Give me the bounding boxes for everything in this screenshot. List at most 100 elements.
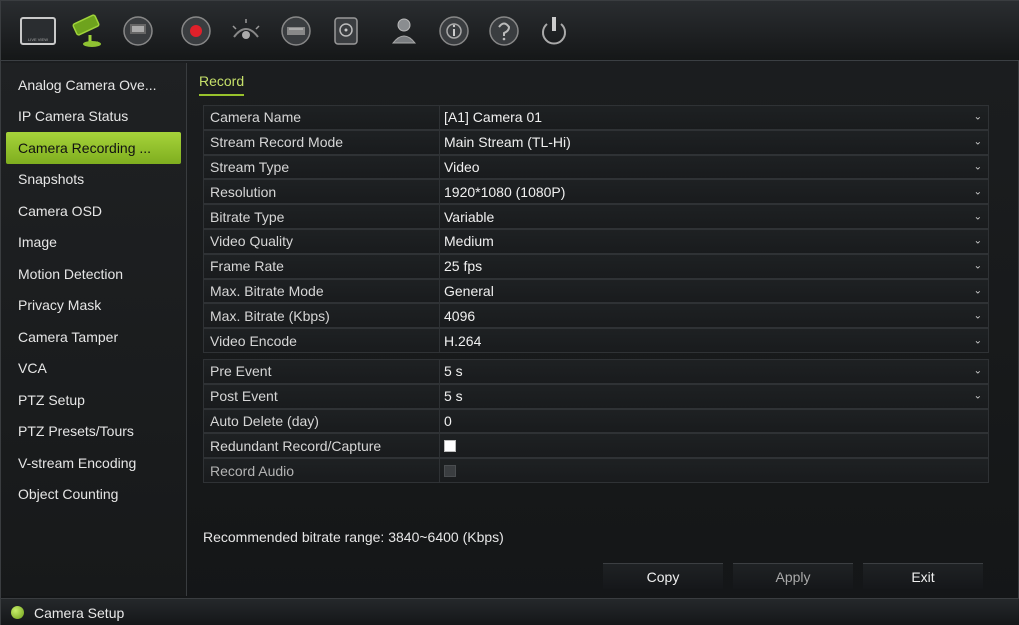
chevron-down-icon: ⌄ (973, 161, 982, 173)
sidebar-item-camera-tamper[interactable]: Camera Tamper (6, 321, 181, 353)
chevron-down-icon: ⌄ (973, 136, 982, 148)
chevron-down-icon: ⌄ (973, 365, 982, 377)
field-value: General (444, 282, 494, 299)
field-label: Bitrate Type (210, 208, 285, 225)
sidebar-item-snapshots[interactable]: Snapshots (6, 164, 181, 196)
field-label: Max. Bitrate Mode (210, 282, 324, 299)
field-value: Main Stream (TL-Hi) (444, 134, 571, 151)
max-bitrate-mode-row: Max. Bitrate Mode General ⌄ (203, 278, 989, 304)
status-label: Camera Setup (34, 604, 125, 621)
field-label: Camera Name (210, 109, 302, 126)
camera-name-row: Camera Name [A1] Camera 01 ⌄ (203, 105, 989, 130)
camera-setup-icon[interactable] (65, 9, 111, 53)
field-label: Stream Type (210, 158, 290, 175)
sidebar-item-camera-osd[interactable]: Camera OSD (6, 195, 181, 227)
sidebar-item-ptz-presets-tours[interactable]: PTZ Presets/Tours (6, 416, 181, 448)
field-value: 25 fps (444, 258, 483, 275)
max-bitrate-select[interactable]: 4096 ⌄ (439, 304, 988, 328)
status-indicator-icon (11, 606, 24, 619)
sidebar-item-ptz-setup[interactable]: PTZ Setup (6, 384, 181, 416)
field-value: Video (444, 158, 480, 175)
field-value: 1920*1080 (1080P) (444, 183, 566, 200)
chevron-down-icon: ⌄ (973, 235, 982, 247)
chevron-down-icon: ⌄ (973, 285, 982, 297)
field-value: 4096 (444, 307, 476, 324)
chevron-down-icon: ⌄ (973, 390, 982, 402)
chevron-down-icon: ⌄ (973, 186, 982, 198)
field-value: 5 s (444, 388, 463, 405)
sidebar-item-ip-camera-status[interactable]: IP Camera Status (6, 101, 181, 133)
chevron-down-icon: ⌄ (973, 211, 982, 223)
field-label: Frame Rate (210, 258, 284, 275)
auto-delete-input[interactable]: 0 (439, 409, 988, 433)
network-icon[interactable] (115, 9, 161, 53)
user-icon[interactable] (381, 9, 427, 53)
field-label: Video Quality (210, 233, 294, 250)
field-value: [A1] Camera 01 (444, 109, 543, 126)
alarm-icon[interactable] (223, 9, 269, 53)
record-icon[interactable] (173, 9, 219, 53)
sidebar: Analog Camera Ove... IP Camera Status Ca… (1, 63, 187, 596)
camera-name-select[interactable]: [A1] Camera 01 ⌄ (439, 106, 988, 129)
field-label: Pre Event (210, 363, 272, 380)
post-event-select[interactable]: 5 s ⌄ (439, 384, 988, 408)
field-value: Variable (444, 208, 495, 225)
pre-event-row: Pre Event 5 s ⌄ (203, 358, 989, 384)
sidebar-item-camera-recording[interactable]: Camera Recording ... (6, 132, 181, 164)
max-bitrate-mode-select[interactable]: General ⌄ (439, 279, 988, 303)
help-icon[interactable] (481, 9, 527, 53)
sidebar-item-analog-camera-overview[interactable]: Analog Camera Ove... (6, 69, 181, 101)
chevron-down-icon: ⌄ (973, 310, 982, 322)
record-audio-row: Record Audio (203, 458, 989, 483)
video-encode-select[interactable]: H.264 ⌄ (439, 329, 988, 352)
pre-event-select[interactable]: 5 s ⌄ (439, 359, 988, 383)
field-label: Video Encode (210, 332, 297, 349)
device-icon[interactable] (273, 9, 319, 53)
bitrate-type-select[interactable]: Variable ⌄ (439, 205, 988, 228)
exit-button[interactable]: Exit (863, 563, 983, 589)
svg-text:LIVE VIEW: LIVE VIEW (28, 37, 48, 42)
field-label: Max. Bitrate (Kbps) (210, 307, 330, 324)
field-label: Resolution (210, 183, 277, 200)
stream-record-mode-select[interactable]: Main Stream (TL-Hi) ⌄ (439, 130, 988, 154)
sidebar-item-v-stream-encoding[interactable]: V-stream Encoding (6, 447, 181, 479)
field-label: Record Audio (210, 462, 295, 479)
field-value: 0 (444, 412, 452, 429)
main-panel: Record Camera Name [A1] Camera 01 ⌄ Strea… (191, 63, 1017, 596)
video-quality-select[interactable]: Medium ⌄ (439, 229, 988, 253)
post-event-row: Post Event 5 s ⌄ (203, 383, 989, 409)
sidebar-item-image[interactable]: Image (6, 227, 181, 259)
sidebar-item-motion-detection[interactable]: Motion Detection (6, 258, 181, 290)
resolution-row: Resolution 1920*1080 (1080P) ⌄ (203, 179, 989, 205)
nvr-window: LIVE VIEW Analog Camera Ove... IP Camera… (0, 0, 1019, 625)
action-buttons: Copy Apply Exit (603, 563, 983, 589)
field-label: Post Event (210, 388, 278, 405)
chevron-down-icon: ⌄ (973, 260, 982, 272)
video-quality-row: Video Quality Medium ⌄ (203, 228, 989, 254)
redundant-record-cell (439, 434, 988, 458)
frame-rate-row: Frame Rate 25 fps ⌄ (203, 253, 989, 279)
settings-form: Camera Name [A1] Camera 01 ⌄ Stream Recor… (203, 105, 989, 483)
live-view-icon[interactable]: LIVE VIEW (15, 9, 61, 53)
apply-button[interactable]: Apply (733, 563, 853, 589)
copy-button[interactable]: Copy (603, 563, 723, 589)
record-audio-cell (439, 459, 988, 482)
tab-record[interactable]: Record (199, 73, 245, 96)
bitrate-type-row: Bitrate Type Variable ⌄ (203, 204, 989, 229)
shutdown-icon[interactable] (531, 9, 577, 53)
sidebar-item-vca[interactable]: VCA (6, 353, 181, 385)
top-toolbar: LIVE VIEW (1, 1, 1019, 61)
sidebar-item-privacy-mask[interactable]: Privacy Mask (6, 290, 181, 322)
storage-icon[interactable] (323, 9, 369, 53)
resolution-select[interactable]: 1920*1080 (1080P) ⌄ (439, 180, 988, 204)
status-bar: Camera Setup (1, 598, 1019, 625)
field-label: Stream Record Mode (210, 134, 344, 151)
frame-rate-select[interactable]: 25 fps ⌄ (439, 254, 988, 278)
stream-type-select[interactable]: Video ⌄ (439, 155, 988, 179)
record-audio-checkbox (444, 464, 456, 477)
redundant-record-checkbox[interactable] (444, 439, 456, 452)
system-info-icon[interactable] (431, 9, 477, 53)
recommended-bitrate-text: Recommended bitrate range: 3840~6400 (Kb… (203, 529, 504, 545)
field-value: H.264 (444, 332, 482, 349)
sidebar-item-object-counting[interactable]: Object Counting (6, 479, 181, 511)
